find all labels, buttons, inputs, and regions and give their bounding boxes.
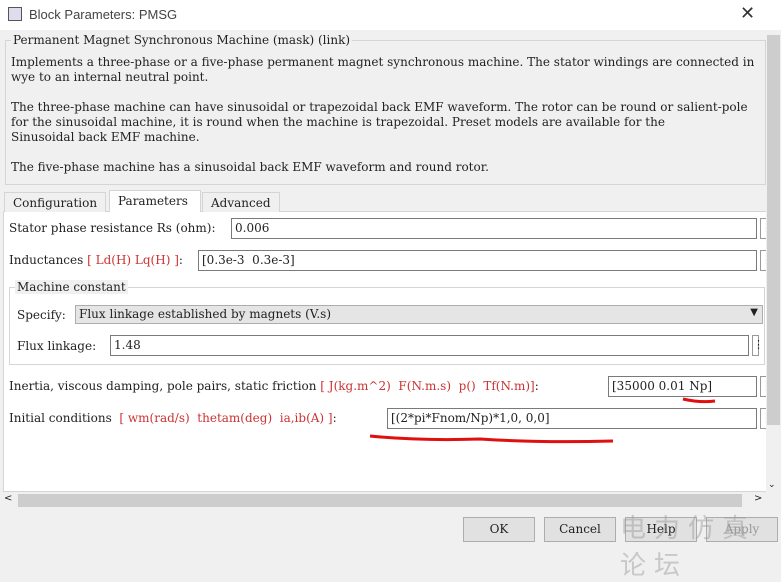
scroll-thumb[interactable] [767, 35, 780, 425]
chevron-down-icon[interactable]: ⌄ [768, 480, 776, 490]
vertical-scrollbar[interactable]: ⌄ [766, 30, 781, 492]
watermark: 电力仿真论坛 [620, 514, 757, 581]
scroll-thumb[interactable] [18, 494, 742, 507]
underline-mark [682, 397, 716, 404]
chevron-right-icon[interactable]: > [754, 493, 762, 504]
underline-mark [369, 434, 614, 444]
ok-button[interactable]: OK [463, 517, 535, 542]
chevron-left-icon[interactable]: < [4, 493, 12, 504]
cancel-button[interactable]: Cancel [544, 517, 616, 542]
red-annotation-underlines [369, 397, 716, 444]
